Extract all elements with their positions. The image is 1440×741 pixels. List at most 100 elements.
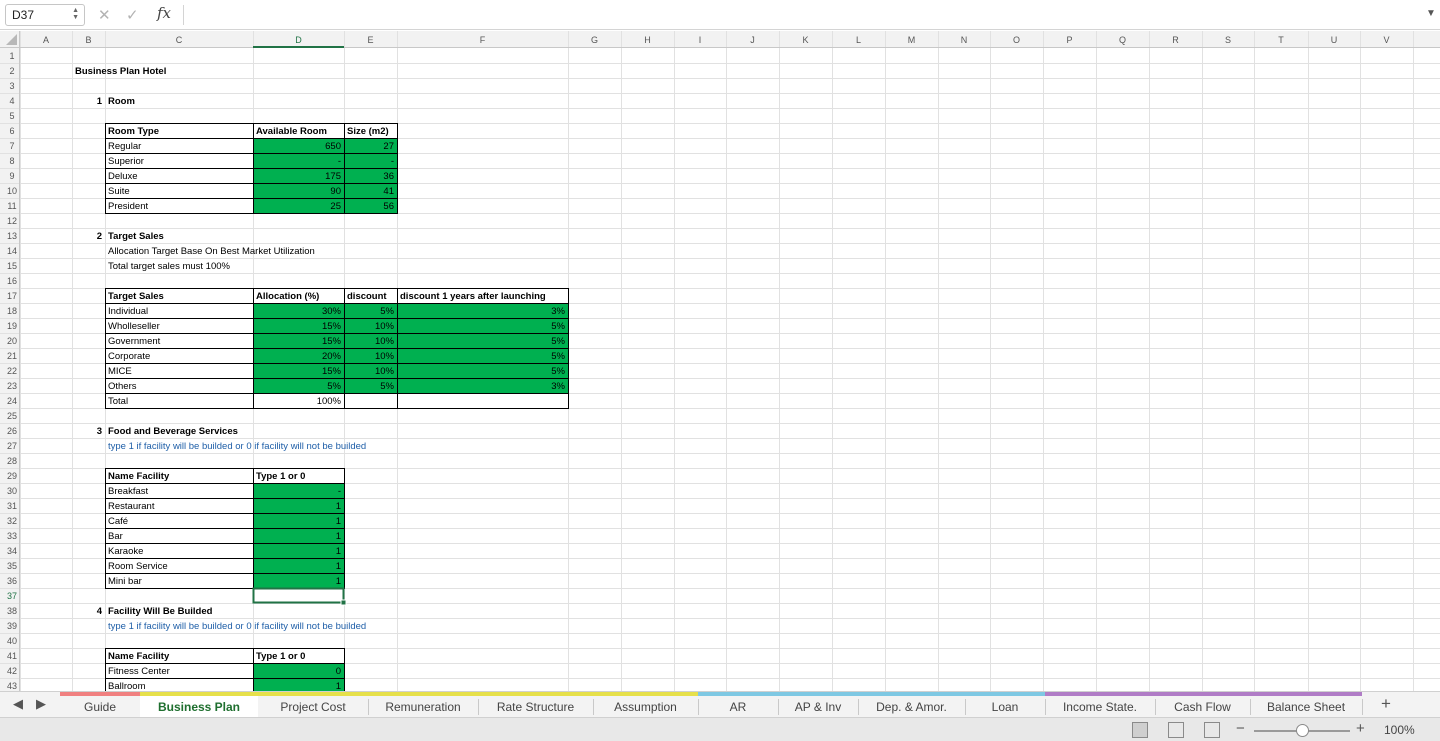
sheet-tab-income-state[interactable]: Income State. bbox=[1045, 692, 1156, 716]
row-header-30[interactable]: 30 bbox=[7, 486, 17, 496]
row-header-12[interactable]: 12 bbox=[7, 216, 17, 226]
sheet-tab-project-cost[interactable]: Project Cost bbox=[258, 692, 369, 716]
name-box[interactable]: D37 ▲ ▼ bbox=[5, 4, 85, 26]
normal-view-icon[interactable] bbox=[1132, 722, 1148, 738]
cell-d43[interactable]: 1 bbox=[336, 681, 341, 691]
row-header-31[interactable]: 31 bbox=[7, 501, 17, 511]
row-header-7[interactable]: 7 bbox=[9, 141, 14, 151]
cell-b2[interactable]: Business Plan Hotel bbox=[75, 66, 166, 77]
column-header-r[interactable]: R bbox=[1172, 35, 1179, 45]
row-header-17[interactable]: 17 bbox=[7, 291, 17, 301]
cell-c19[interactable]: Wholleseller bbox=[108, 321, 160, 332]
sheet-tab-rate-structure[interactable]: Rate Structure bbox=[478, 692, 594, 716]
row-header-19[interactable]: 19 bbox=[7, 321, 17, 331]
cell-c15[interactable]: Total target sales must 100% bbox=[108, 261, 231, 272]
sheet-tab-ar[interactable]: AR bbox=[698, 692, 779, 716]
add-sheet-icon[interactable]: + bbox=[1381, 694, 1391, 714]
row-header-25[interactable]: 25 bbox=[7, 411, 17, 421]
column-header-b[interactable]: B bbox=[85, 35, 91, 45]
sheet-tab-loan[interactable]: Loan bbox=[965, 692, 1046, 716]
row-header-21[interactable]: 21 bbox=[7, 351, 17, 361]
sheet-tab-balance-sheet[interactable]: Balance Sheet bbox=[1250, 692, 1363, 716]
cell-c14[interactable]: Allocation Target Base On Best Market Ut… bbox=[108, 246, 315, 257]
row-header-40[interactable]: 40 bbox=[7, 636, 17, 646]
row-header-3[interactable]: 3 bbox=[9, 81, 14, 91]
cell-c7[interactable]: Regular bbox=[108, 141, 141, 152]
row-header-28[interactable]: 28 bbox=[7, 456, 17, 466]
cell-d21[interactable]: 20% bbox=[322, 351, 342, 362]
row-header-11[interactable]: 11 bbox=[7, 201, 16, 211]
cancel-icon[interactable]: ✕ bbox=[98, 6, 111, 24]
page-layout-view-icon[interactable] bbox=[1168, 722, 1184, 738]
cell-c6[interactable]: Room Type bbox=[108, 126, 159, 137]
row-header-10[interactable]: 10 bbox=[7, 186, 17, 196]
sheet-tab-cash-flow[interactable]: Cash Flow bbox=[1155, 692, 1251, 716]
row-header-2[interactable]: 2 bbox=[9, 66, 14, 76]
row-header-29[interactable]: 29 bbox=[7, 471, 17, 481]
cell-d9[interactable]: 175 bbox=[325, 171, 341, 182]
cell-d23[interactable]: 5% bbox=[327, 381, 341, 392]
row-header-37[interactable]: 37 bbox=[7, 591, 17, 601]
cell-c24[interactable]: Total bbox=[108, 396, 128, 407]
cell-e18[interactable]: 5% bbox=[380, 306, 394, 317]
cell-c41[interactable]: Name Facility bbox=[108, 651, 170, 662]
cell-c27[interactable]: type 1 if facility will be builded or 0 … bbox=[108, 441, 366, 452]
cell-d41[interactable]: Type 1 or 0 bbox=[256, 651, 305, 662]
cell-d10[interactable]: 90 bbox=[330, 186, 341, 197]
cell-b38[interactable]: 4 bbox=[97, 606, 103, 617]
cell-b4[interactable]: 1 bbox=[97, 96, 103, 107]
cell-c43[interactable]: Ballroom bbox=[108, 681, 146, 691]
column-header-s[interactable]: S bbox=[1225, 35, 1231, 45]
expand-formula-bar-icon[interactable]: ▼ bbox=[1426, 8, 1436, 19]
cell-f17[interactable]: discount 1 years after launching bbox=[400, 291, 546, 302]
row-header-16[interactable]: 16 bbox=[7, 276, 17, 286]
zoom-out-icon[interactable]: − bbox=[1236, 720, 1245, 737]
cell-c30[interactable]: Breakfast bbox=[108, 486, 148, 497]
row-header-36[interactable]: 36 bbox=[7, 576, 17, 586]
cell-c38[interactable]: Facility Will Be Builded bbox=[108, 606, 213, 617]
row-header-14[interactable]: 14 bbox=[7, 246, 17, 256]
column-header-u[interactable]: U bbox=[1331, 35, 1338, 45]
cell-e6[interactable]: Size (m2) bbox=[347, 126, 389, 137]
row-header-5[interactable]: 5 bbox=[9, 111, 14, 121]
cell-e23[interactable]: 5% bbox=[380, 381, 394, 392]
cell-d11[interactable]: 25 bbox=[330, 201, 341, 212]
cell-c10[interactable]: Suite bbox=[108, 186, 130, 197]
cell-d18[interactable]: 30% bbox=[322, 306, 342, 317]
row-header-22[interactable]: 22 bbox=[7, 366, 17, 376]
cell-d33[interactable]: 1 bbox=[336, 531, 341, 542]
row-header-39[interactable]: 39 bbox=[7, 621, 17, 631]
cell-d8[interactable]: - bbox=[338, 156, 341, 167]
cell-d22[interactable]: 15% bbox=[322, 366, 342, 377]
insert-function-icon[interactable]: fx bbox=[157, 4, 171, 22]
cell-c33[interactable]: Bar bbox=[108, 531, 123, 542]
column-header-p[interactable]: P bbox=[1066, 35, 1072, 45]
row-header-33[interactable]: 33 bbox=[7, 531, 17, 541]
cell-c42[interactable]: Fitness Center bbox=[108, 666, 170, 677]
worksheet-grid[interactable]: A B C D E F G H I J K L M N O P Q R S T U V 1 2 3 4 5 6 7 8 9 10 11 12 13 1… bbox=[0, 31, 1440, 691]
cell-c22[interactable]: MICE bbox=[108, 366, 132, 377]
cell-f19[interactable]: 5% bbox=[551, 321, 565, 332]
cell-e7[interactable]: 27 bbox=[383, 141, 394, 152]
cell-e22[interactable]: 10% bbox=[375, 366, 395, 377]
cell-c4[interactable]: Room bbox=[108, 96, 135, 107]
cell-d42[interactable]: 0 bbox=[336, 666, 341, 677]
cell-e9[interactable]: 36 bbox=[383, 171, 394, 182]
row-header-27[interactable]: 27 bbox=[7, 441, 17, 451]
cell-c32[interactable]: Café bbox=[108, 516, 128, 527]
column-header-j[interactable]: J bbox=[750, 35, 755, 45]
cell-c21[interactable]: Corporate bbox=[108, 351, 150, 362]
column-header-m[interactable]: M bbox=[908, 35, 916, 45]
row-header-23[interactable]: 23 bbox=[7, 381, 17, 391]
sheet-tab-guide[interactable]: Guide bbox=[60, 692, 141, 716]
cell-c26[interactable]: Food and Beverage Services bbox=[108, 426, 238, 437]
row-header-26[interactable]: 26 bbox=[7, 426, 17, 436]
name-box-stepper-icon[interactable]: ▲ ▼ bbox=[72, 7, 79, 21]
cell-e11[interactable]: 56 bbox=[383, 201, 394, 212]
row-header-38[interactable]: 38 bbox=[7, 606, 17, 616]
cell-c35[interactable]: Room Service bbox=[108, 561, 168, 572]
row-header-20[interactable]: 20 bbox=[7, 336, 17, 346]
cell-c39[interactable]: type 1 if facility will be builded or 0 … bbox=[108, 621, 366, 632]
row-header-43[interactable]: 43 bbox=[7, 681, 17, 691]
sheet-tab-ap-inv[interactable]: AP & Inv bbox=[778, 692, 859, 716]
